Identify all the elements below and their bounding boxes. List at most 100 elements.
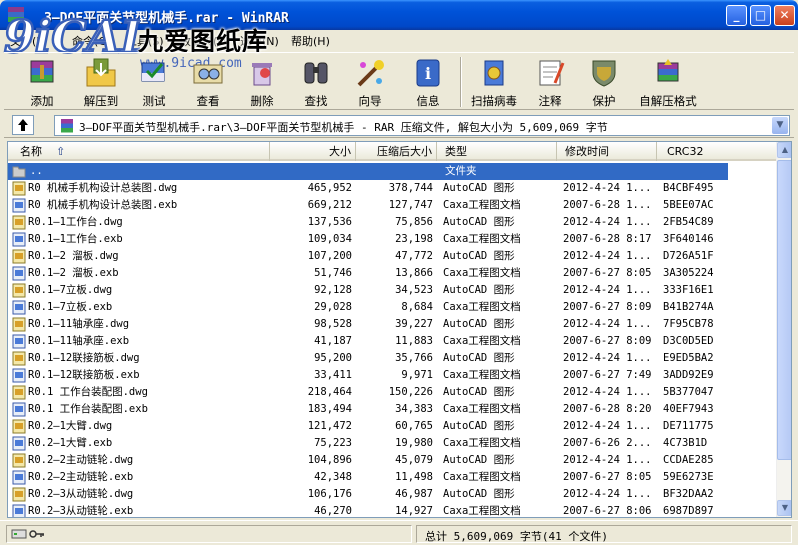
file-name: R0.1—11轴承座.exb: [28, 335, 130, 347]
table-row[interactable]: R0.2—2主动链轮.dwg 104,896 45,079 AutoCAD 图形 201…: [8, 452, 776, 469]
add-button[interactable]: 添加: [18, 55, 66, 109]
table-row[interactable]: R0.1 工作台装配图.dwg 218,464 150,226 AutoCAD 图形 2…: [8, 384, 776, 401]
view-button[interactable]: 查看: [186, 55, 230, 109]
file-name: R0.1 工作台装配图.dwg: [28, 386, 148, 398]
menu-bar: 文件(F) 命令(C) 工具(S) 收藏夹(O) 选项(N) 帮助(H): [4, 30, 794, 50]
column-crc[interactable]: CRC32: [657, 142, 776, 161]
file-modified: 2012-4-24 1...: [563, 318, 652, 330]
table-row[interactable]: R0.1—2 溜板.exb 51,746 13,866 Caxa工程图文档 2007-6…: [8, 265, 776, 282]
table-row[interactable]: R0.1—1工作台.exb 109,034 23,198 Caxa工程图文档 2007-…: [8, 231, 776, 248]
column-name[interactable]: 名称 ⇧: [8, 142, 270, 161]
file-crc: 5BEE07AC: [663, 199, 714, 211]
file-size: 107,200: [307, 250, 352, 262]
close-button[interactable]: ✕: [774, 5, 795, 26]
table-row[interactable]: R0.2—3从动链轮.exb 46,270 14,927 Caxa工程图文档 2007-…: [8, 503, 776, 517]
file-modified: 2007-6-27 8:09: [563, 301, 652, 313]
file-size: 98,528: [314, 318, 352, 330]
file-modified: 2007-6-27 8:09: [563, 335, 652, 347]
table-row[interactable]: R0 机械手机构设计总装图.exb 669,212 127,747 Caxa工程图文档…: [8, 197, 776, 214]
column-modified-label: 修改时间: [565, 145, 609, 158]
column-size-label: 大小: [329, 145, 351, 158]
file-type: AutoCAD 图形: [443, 182, 515, 194]
file-name: R0 机械手机构设计总装图.dwg: [28, 182, 178, 194]
column-type[interactable]: 类型: [437, 142, 557, 161]
table-row[interactable]: R0 机械手机构设计总装图.dwg 465,952 378,744 AutoCAD 图…: [8, 180, 776, 197]
file-size: 106,176: [307, 488, 352, 500]
find-button[interactable]: 查找: [296, 55, 336, 109]
column-size[interactable]: 大小: [270, 142, 356, 161]
winrar-app-icon: [8, 7, 24, 22]
comment-button[interactable]: 注释: [530, 55, 570, 109]
archive-icon: [61, 119, 73, 133]
file-crc: 40EF7943: [663, 403, 714, 415]
file-name: R0.1—2 溜板.exb: [28, 267, 119, 279]
file-crc: D3C0D5ED: [663, 335, 714, 347]
menu-file[interactable]: 文件(F): [10, 33, 47, 49]
menu-favorites[interactable]: 收藏夹(O): [180, 33, 230, 49]
scroll-up-icon[interactable]: ▲: [777, 142, 791, 158]
table-row[interactable]: R0.2—3从动链轮.dwg 106,176 46,987 AutoCAD 图形 201…: [8, 486, 776, 503]
table-row[interactable]: R0.1—11轴承座.dwg 98,528 39,227 AutoCAD 图形 2012…: [8, 316, 776, 333]
extract-to-button[interactable]: 解压到: [76, 55, 126, 109]
parent-folder-row[interactable]: .. 文件夹: [8, 163, 728, 180]
minimize-button[interactable]: _: [726, 5, 747, 26]
file-packed-size: 45,079: [395, 454, 433, 466]
file-type: AutoCAD 图形: [443, 352, 515, 364]
maximize-button[interactable]: □: [750, 5, 771, 26]
table-row[interactable]: R0.2—1大臂.dwg 121,472 60,765 AutoCAD 图形 2012-…: [8, 418, 776, 435]
file-type: AutoCAD 图形: [443, 488, 515, 500]
file-size: 29,028: [314, 301, 352, 313]
table-row[interactable]: R0.1—7立板.exb 29,028 8,684 Caxa工程图文档 2007-6-2…: [8, 299, 776, 316]
column-type-label: 类型: [445, 145, 467, 158]
menu-commands[interactable]: 命令(C): [72, 33, 110, 49]
column-packed[interactable]: 压缩后大小: [356, 142, 437, 161]
menu-options[interactable]: 选项(N): [240, 33, 279, 49]
file-type: AutoCAD 图形: [443, 386, 515, 398]
exb-file-icon: [12, 300, 26, 315]
dwg-file-icon: [12, 317, 26, 332]
file-type: Caxa工程图文档: [443, 471, 521, 483]
file-modified: 2007-6-26 2...: [563, 437, 652, 449]
file-size: 137,536: [307, 216, 352, 228]
dwg-file-icon: [12, 453, 26, 468]
table-row[interactable]: R0.1—1工作台.dwg 137,536 75,856 AutoCAD 图形 2012…: [8, 214, 776, 231]
scrollbar-thumb[interactable]: [777, 160, 791, 460]
table-row[interactable]: R0.1—2 溜板.dwg 107,200 47,772 AutoCAD 图形 2012…: [8, 248, 776, 265]
dwg-file-icon: [12, 215, 26, 230]
file-size: 75,223: [314, 437, 352, 449]
file-size: 109,034: [307, 233, 352, 245]
chevron-down-icon[interactable]: ▼: [772, 117, 788, 134]
add-label: 添加: [30, 94, 54, 108]
file-modified: 2012-4-24 1...: [563, 386, 652, 398]
wizard-button[interactable]: 向导: [350, 55, 390, 109]
file-crc: 3A305224: [663, 267, 714, 279]
table-row[interactable]: R0.1—12联接筋板.dwg 95,200 35,766 AutoCAD 图形 201…: [8, 350, 776, 367]
scroll-down-icon[interactable]: ▼: [777, 500, 791, 516]
vertical-scrollbar[interactable]: ▲ ▼: [776, 142, 791, 517]
table-row[interactable]: R0.1 工作台装配图.exb 183,494 34,383 Caxa工程图文档 200…: [8, 401, 776, 418]
file-size: 121,472: [307, 420, 352, 432]
address-combo[interactable]: 3—DOF平面关节型机械手.rar\3—DOF平面关节型机械手 - RAR 压缩…: [54, 115, 790, 136]
menu-tools[interactable]: 工具(S): [126, 33, 164, 49]
extract-to-label: 解压到: [83, 94, 119, 108]
up-folder-button[interactable]: [12, 115, 34, 135]
file-packed-size: 23,198: [395, 233, 433, 245]
protect-button[interactable]: 保护: [584, 55, 624, 109]
virus-scan-button[interactable]: 扫描病毒: [466, 55, 522, 109]
sfx-button[interactable]: 自解压格式: [632, 55, 704, 109]
table-row[interactable]: R0.1—12联接筋板.exb 33,411 9,971 Caxa工程图文档 2007-…: [8, 367, 776, 384]
menu-help[interactable]: 帮助(H): [291, 33, 330, 49]
table-row[interactable]: R0.2—2主动链轮.exb 42,348 11,498 Caxa工程图文档 2007-…: [8, 469, 776, 486]
extract-to-icon: [86, 58, 116, 87]
dwg-file-icon: [12, 385, 26, 400]
table-row[interactable]: R0.2—1大臂.exb 75,223 19,980 Caxa工程图文档 2007-6-…: [8, 435, 776, 452]
file-crc: 7F95CB78: [663, 318, 714, 330]
column-modified[interactable]: 修改时间: [557, 142, 657, 161]
info-button[interactable]: i 信息: [408, 55, 448, 109]
test-button[interactable]: 测试: [134, 55, 174, 109]
file-list: 名称 ⇧ 大小 压缩后大小 类型 修改时间 CRC32 .. 文件夹 R0 机械…: [7, 141, 792, 518]
file-modified: 2007-6-28 8:17: [563, 233, 652, 245]
table-row[interactable]: R0.1—7立板.dwg 92,128 34,523 AutoCAD 图形 2012-4…: [8, 282, 776, 299]
table-row[interactable]: R0.1—11轴承座.exb 41,187 11,883 Caxa工程图文档 2007-…: [8, 333, 776, 350]
delete-button[interactable]: 删除: [242, 55, 282, 109]
